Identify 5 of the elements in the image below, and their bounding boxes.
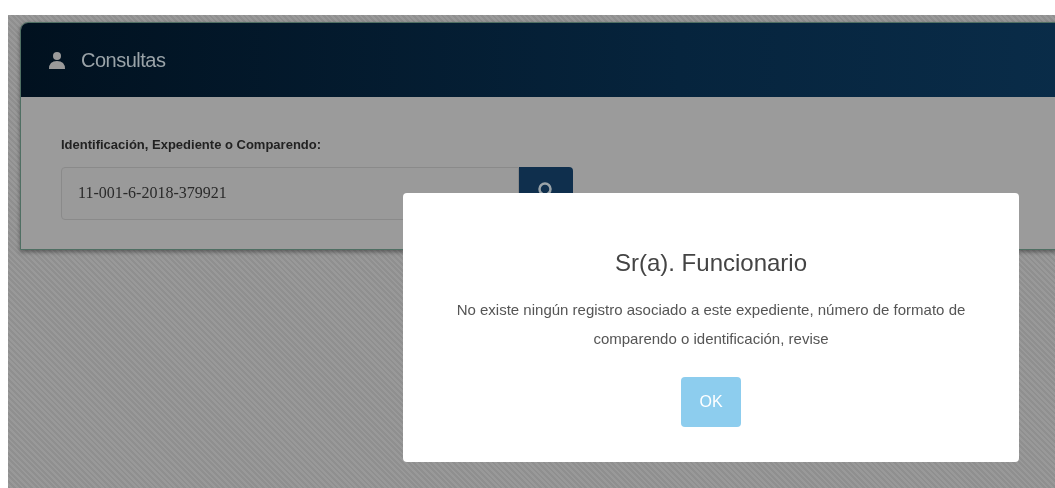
user-icon	[48, 51, 66, 69]
dialog-title: Sr(a). Funcionario	[614, 248, 808, 278]
field-label: Identificación, Expediente o Comparendo:	[61, 136, 323, 154]
panel-title: Consultas	[81, 48, 166, 73]
dialog-message: No existe ningún registro asociado a este expediente, número de formato de comparendo o identificación, revise	[455, 300, 967, 349]
